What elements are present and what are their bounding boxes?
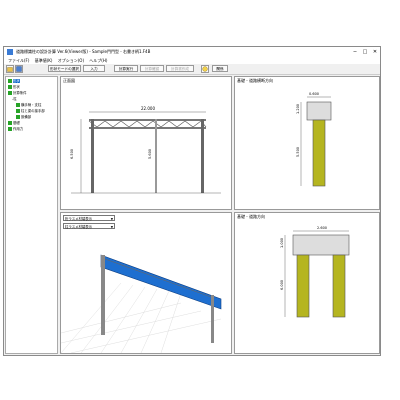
three-d-view-pane[interactable]: 桁ラスメ材端表示 ▼ 柱ラスメ材端表示 ▼ (60, 212, 232, 354)
node-icon (16, 103, 20, 107)
foundation-long-title: 基礎 - 道路方向 (237, 214, 265, 219)
foundation-cross-title: 基礎 - 道路横断方向 (237, 78, 273, 83)
node-icon (16, 109, 20, 113)
beam-display-dropdown[interactable]: 桁ラスメ材端表示 ▼ (63, 215, 115, 221)
three-d-left-column (101, 255, 105, 335)
tree-node-column[interactable]: -柱 (12, 97, 17, 102)
tree-node-calc-conditions[interactable]: 計算条件 (8, 91, 27, 96)
tree-node-equipment[interactable]: 設備部 (16, 115, 31, 120)
long-foundation-cap (292, 234, 350, 256)
left-column (91, 119, 94, 193)
open-icon[interactable] (6, 65, 14, 73)
pile-height-label: 5.500 (296, 147, 300, 157)
top-dim-label: 0.600 (309, 92, 319, 96)
title-bar[interactable]: 道路標識柱の設計計算 Ver.6(Viewer版) - Sample門門型 - … (4, 47, 380, 57)
long-top-dim-label: 2.600 (317, 226, 327, 230)
menu-file[interactable]: ファイル(F) (8, 57, 29, 64)
node-icon (8, 121, 12, 125)
menu-options[interactable]: オプション(O) (58, 57, 84, 64)
cap-height-label: 1.200 (296, 104, 300, 114)
window-title: 道路標識柱の設計計算 Ver.6(Viewer版) - Sample門門型 - … (16, 49, 151, 54)
long-cap-height-label: 1.000 (280, 238, 284, 248)
minimize-button[interactable]: ─ (350, 48, 360, 56)
top-chord (89, 119, 206, 121)
front-view-pane[interactable]: 正面図 22.000 6.500 5.600 (60, 76, 232, 210)
tree-node-joint[interactable]: 柱と梁の接手部 (16, 109, 45, 114)
foundation-long-pane[interactable]: 基礎 - 道路方向 2.600 1.000 6.000 (234, 212, 380, 354)
span-label: 22.000 (141, 106, 155, 111)
save-icon[interactable] (15, 65, 23, 73)
tree-node-shape-2[interactable]: 形状 (8, 85, 20, 90)
sign-board (100, 254, 222, 310)
column-display-dropdown[interactable]: 柱ラスメ材端表示 ▼ (63, 223, 115, 229)
tree-node-forces[interactable]: 作用力 (8, 127, 23, 132)
maximize-button[interactable]: □ (360, 48, 370, 56)
long-pile-left (296, 254, 310, 318)
app-icon (7, 49, 13, 55)
chevron-down-icon: ▼ (110, 217, 113, 221)
node-icon (8, 91, 12, 95)
report-button[interactable]: 計算書作成 (166, 65, 194, 72)
three-d-beam (104, 258, 212, 298)
foundation-long-drawing: 2.600 1.000 6.000 (280, 226, 350, 318)
node-icon (16, 115, 20, 119)
menu-help[interactable]: ヘルプ(H) (89, 57, 107, 64)
height-label: 6.500 (70, 149, 74, 159)
node-icon (8, 79, 12, 83)
mid-label: 5.600 (148, 149, 152, 159)
node-icon (8, 127, 12, 131)
tree-node-shape[interactable]: 形状 (8, 79, 20, 84)
chevron-down-icon: ▼ (110, 225, 113, 229)
help-icon[interactable] (201, 65, 209, 73)
long-pile-right (332, 254, 346, 318)
center-marker (155, 119, 157, 193)
app-window: 道路標識柱の設計計算 Ver.6(Viewer版) - Sample門門型 - … (3, 46, 381, 356)
bottom-chord (89, 127, 206, 129)
long-pile-height-label: 6.000 (280, 280, 284, 290)
front-view-title: 正面図 (63, 78, 75, 83)
foundation-pile (312, 119, 326, 187)
foundation-cross-pane[interactable]: 基礎 - 道路横断方向 0.600 1.200 5.500 (234, 76, 380, 210)
tree-node-beam-column[interactable]: 横手柄・支柱 (16, 103, 41, 108)
about-button[interactable]: 関係 (212, 65, 228, 72)
toolbar: 形状モードの選択 入力 計算実行 計算確認 計算書作成 関係 (4, 64, 380, 75)
mode-select-button[interactable]: 形状モードの選択 (48, 65, 81, 72)
foundation-cap (306, 101, 332, 121)
tree-node-foundation[interactable]: 基礎 (8, 121, 20, 126)
truss-web (88, 120, 207, 128)
input-button[interactable]: 入力 (83, 65, 105, 72)
right-column (201, 119, 204, 193)
calc-confirm-button[interactable]: 計算確認 (140, 65, 164, 72)
three-d-right-column (211, 295, 214, 343)
calc-button[interactable]: 計算実行 (114, 65, 138, 72)
front-view-drawing: 22.000 6.500 5.600 (70, 106, 221, 194)
three-d-drawing (60, 254, 222, 354)
node-icon (8, 85, 12, 89)
menu-bar: ファイル(F) 基準値(K) オプション(O) ヘルプ(H) (4, 57, 380, 64)
close-button[interactable]: ✕ (370, 48, 380, 56)
item-tree: 形状 形状 計算条件 -柱 横手柄・支柱 柱と梁の接手部 設備部 基礎 作用力 (5, 76, 58, 354)
foundation-cross-drawing: 0.600 1.200 5.500 (296, 92, 332, 187)
menu-standards[interactable]: 基準値(K) (35, 57, 53, 64)
